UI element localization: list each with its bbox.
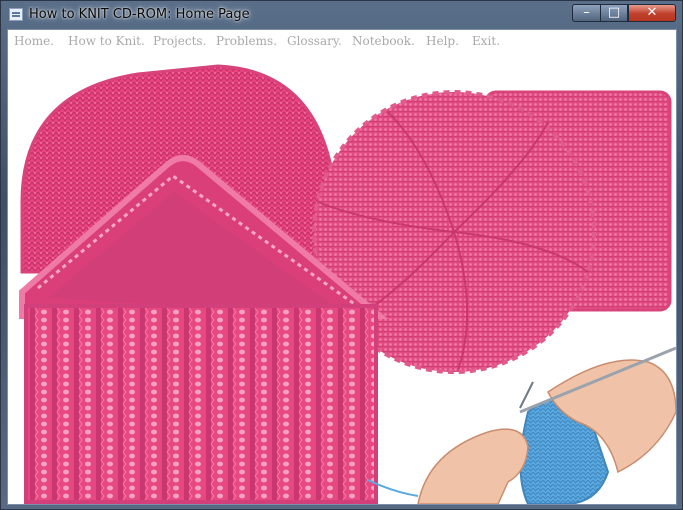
menu-bar: Home. How to Knit. Projects. Problems. G… [8,30,676,52]
menu-home[interactable]: Home. [14,34,54,48]
menu-exit[interactable]: Exit. [472,34,500,48]
ribbed-swatch [24,304,378,504]
menu-notebook[interactable]: Notebook. [352,34,415,48]
menu-how-to-knit[interactable]: How to Knit. [68,34,145,48]
menu-projects[interactable]: Projects. [153,34,206,48]
app-icon[interactable] [9,8,23,21]
knitted-swatches-illustration [19,64,676,504]
menu-problems[interactable]: Problems. [216,34,277,48]
window-title: How to KNIT CD-ROM: Home Page [29,7,250,22]
close-button[interactable]: ✕ [628,4,676,22]
client-area: Home. How to Knit. Projects. Problems. G… [7,29,677,505]
maximize-button[interactable]: □ [600,4,628,22]
menu-glossary[interactable]: Glossary. [287,34,342,48]
menu-help[interactable]: Help. [426,34,459,48]
app-window: How to KNIT CD-ROM: Home Page – □ ✕ Home… [0,0,683,510]
minimize-button[interactable]: – [572,4,600,22]
title-bar[interactable]: How to KNIT CD-ROM: Home Page – □ ✕ [1,1,682,29]
